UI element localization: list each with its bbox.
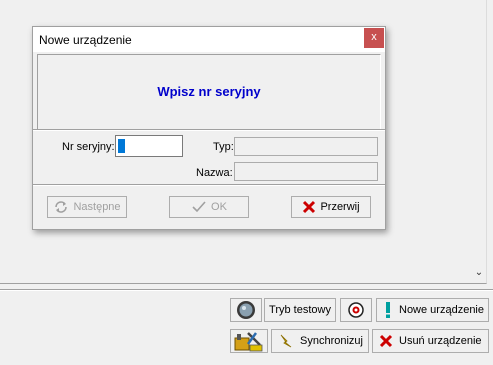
test-mode-button[interactable]: Tryb testowy (264, 298, 336, 322)
name-field (234, 162, 378, 181)
delete-device-label: Usuń urządzenie (399, 335, 482, 347)
close-icon: x (371, 31, 377, 43)
lightning-icon (278, 333, 294, 349)
application-window: ⌄ Nowe urządzenie x Wpisz nr seryjny Nr … (0, 0, 493, 365)
red-x-icon (379, 334, 393, 348)
next-button[interactable]: Następne (47, 196, 127, 218)
type-label: Typ: (213, 141, 234, 153)
cancel-label: Przerwij (320, 201, 360, 213)
refresh-icon (53, 199, 69, 215)
service-button[interactable] (230, 329, 268, 353)
type-field (234, 137, 378, 156)
name-label: Nazwa: (196, 167, 233, 179)
serial-label: Nr seryjny: (62, 141, 115, 153)
tools-icon (234, 330, 264, 352)
prompt-panel: Wpisz nr seryjny (37, 54, 381, 130)
ok-button[interactable]: OK (169, 196, 249, 218)
dialog-titlebar[interactable]: Nowe urządzenie x (33, 27, 385, 52)
check-icon (191, 200, 207, 214)
exclamation-icon (383, 301, 393, 319)
ok-label: OK (211, 201, 227, 213)
new-device-label: Nowe urządzenie (399, 304, 484, 316)
new-device-dialog: Nowe urządzenie x Wpisz nr seryjny Nr se… (32, 26, 386, 230)
toolbar-divider-highlight (0, 290, 493, 291)
synchronize-label: Synchronizuj (300, 335, 363, 347)
prompt-text: Wpisz nr seryjny (157, 84, 261, 99)
siren-icon (347, 301, 365, 319)
delete-device-button[interactable]: Usuń urządzenie (372, 329, 489, 353)
cancel-button[interactable]: Przerwij (291, 196, 371, 218)
test-mode-icon (236, 300, 256, 320)
test-mode-label: Tryb testowy (269, 304, 331, 316)
text-caret (118, 139, 125, 153)
test-mode-toggle[interactable] (230, 298, 262, 322)
serial-input[interactable] (115, 135, 183, 157)
x-icon (302, 200, 316, 214)
divider-highlight (33, 185, 385, 186)
next-label: Następne (73, 201, 121, 213)
new-device-button[interactable]: Nowe urządzenie (376, 298, 489, 322)
synchronize-button[interactable]: Synchronizuj (271, 329, 369, 353)
scroll-down-icon[interactable]: ⌄ (472, 266, 486, 280)
close-button[interactable]: x (364, 28, 384, 48)
alarm-button[interactable] (340, 298, 372, 322)
divider-highlight (33, 130, 385, 131)
dialog-title: Nowe urządzenie (39, 33, 132, 47)
